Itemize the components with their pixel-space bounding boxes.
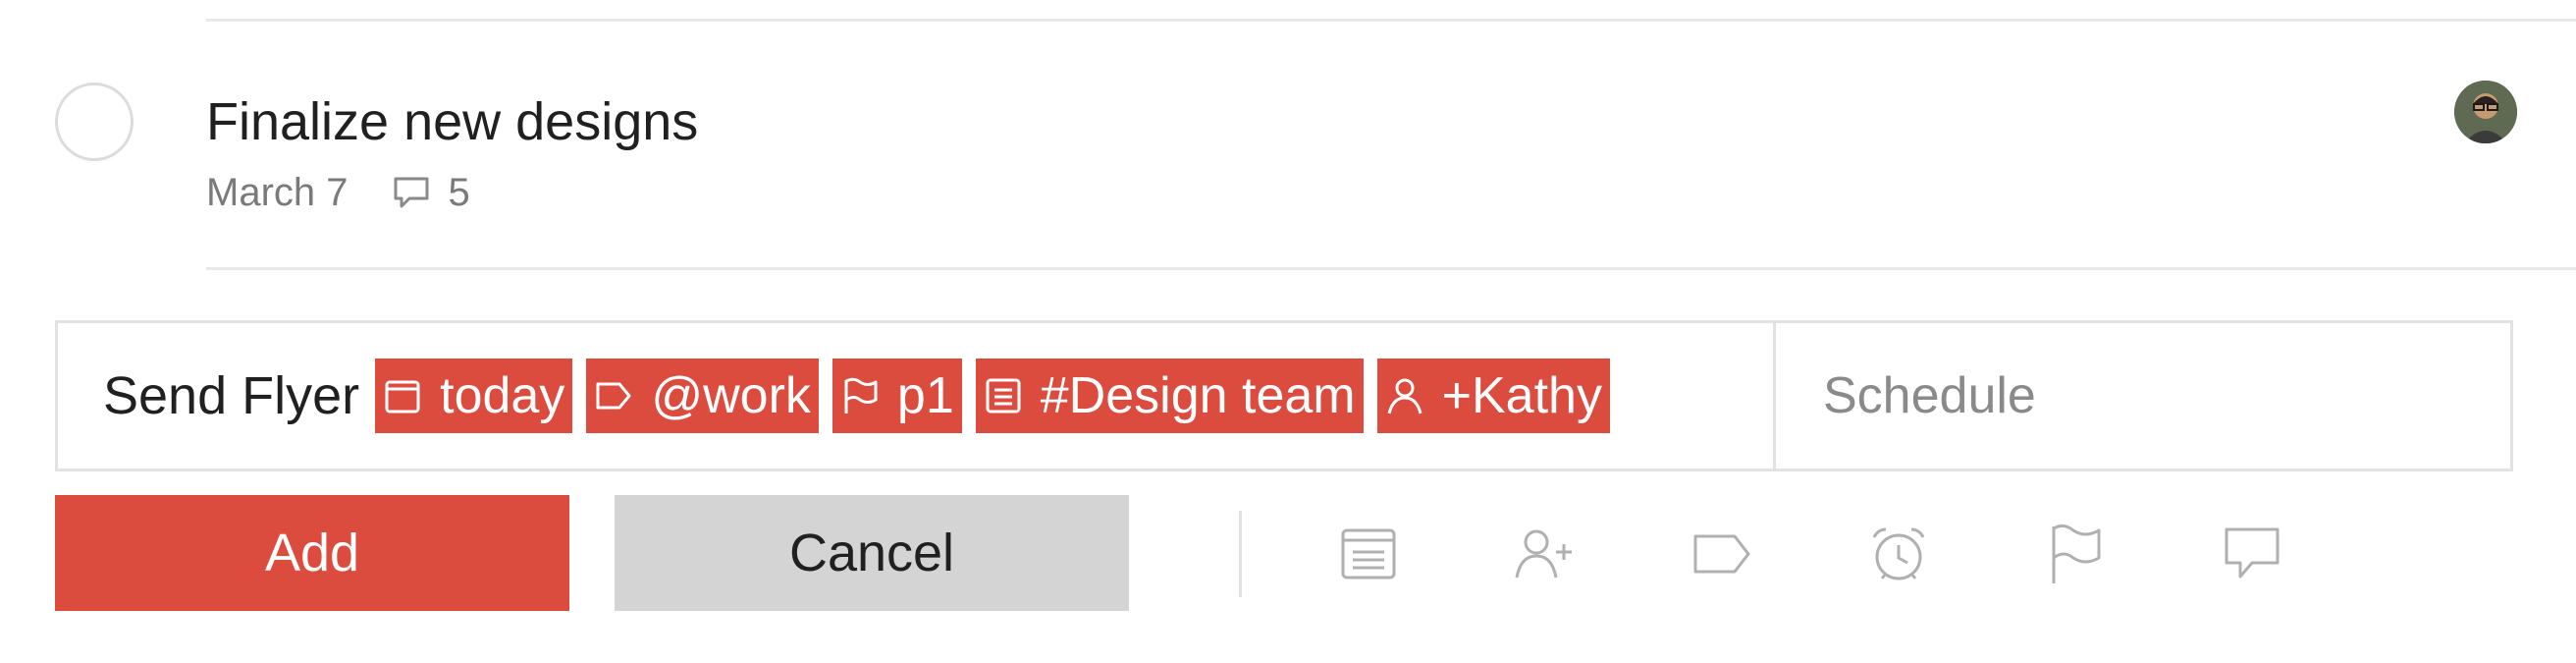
comment-icon[interactable]	[392, 175, 431, 210]
person-icon	[1387, 378, 1422, 414]
date-token[interactable]: today	[375, 359, 573, 433]
task-complete-checkbox[interactable]	[55, 83, 134, 161]
calendar-icon	[385, 380, 420, 414]
schedule-input[interactable]: Schedule	[1776, 323, 2510, 469]
comment-count: 5	[448, 170, 470, 214]
cancel-button[interactable]: Cancel	[615, 495, 1129, 611]
task-content-input[interactable]: Send Flyer today @work p1 #Design team +…	[58, 323, 1776, 469]
project-icon[interactable]	[1333, 519, 1404, 589]
task-divider	[206, 267, 2576, 270]
assignee-avatar[interactable]	[2454, 81, 2517, 143]
priority-flag-icon[interactable]	[2040, 519, 2111, 589]
label-token[interactable]: @work	[586, 359, 819, 433]
avatar-image	[2454, 81, 2517, 143]
task-due-date[interactable]: March 7	[206, 171, 349, 215]
priority-token[interactable]: p1	[832, 359, 962, 433]
project-list-icon	[986, 378, 1021, 414]
label-token-label: @work	[651, 367, 811, 424]
add-task-button[interactable]: Add	[55, 495, 569, 611]
project-token[interactable]: #Design team	[975, 359, 1364, 433]
date-token-label: today	[440, 367, 565, 424]
assign-user-icon[interactable]	[1510, 519, 1581, 589]
task-title[interactable]: Finalize new designs	[206, 86, 698, 157]
assignee-token-label: +Kathy	[1441, 367, 1602, 424]
label-icon	[596, 382, 631, 410]
priority-token-label: p1	[896, 367, 954, 424]
task-meta: March 7 5	[206, 167, 470, 218]
task-editor: Send Flyer today @work p1 #Design team +…	[55, 320, 2513, 471]
toolbar-separator	[1239, 511, 1242, 597]
task-text: Send Flyer	[103, 366, 360, 425]
reminder-alarm-icon[interactable]	[1863, 519, 1934, 589]
comment-icon[interactable]	[2217, 519, 2287, 589]
assignee-token[interactable]: +Kathy	[1376, 359, 1610, 433]
top-divider	[206, 19, 2576, 22]
flag-icon	[844, 377, 878, 414]
project-token-label: #Design team	[1040, 367, 1356, 424]
label-icon[interactable]	[1687, 519, 1757, 589]
